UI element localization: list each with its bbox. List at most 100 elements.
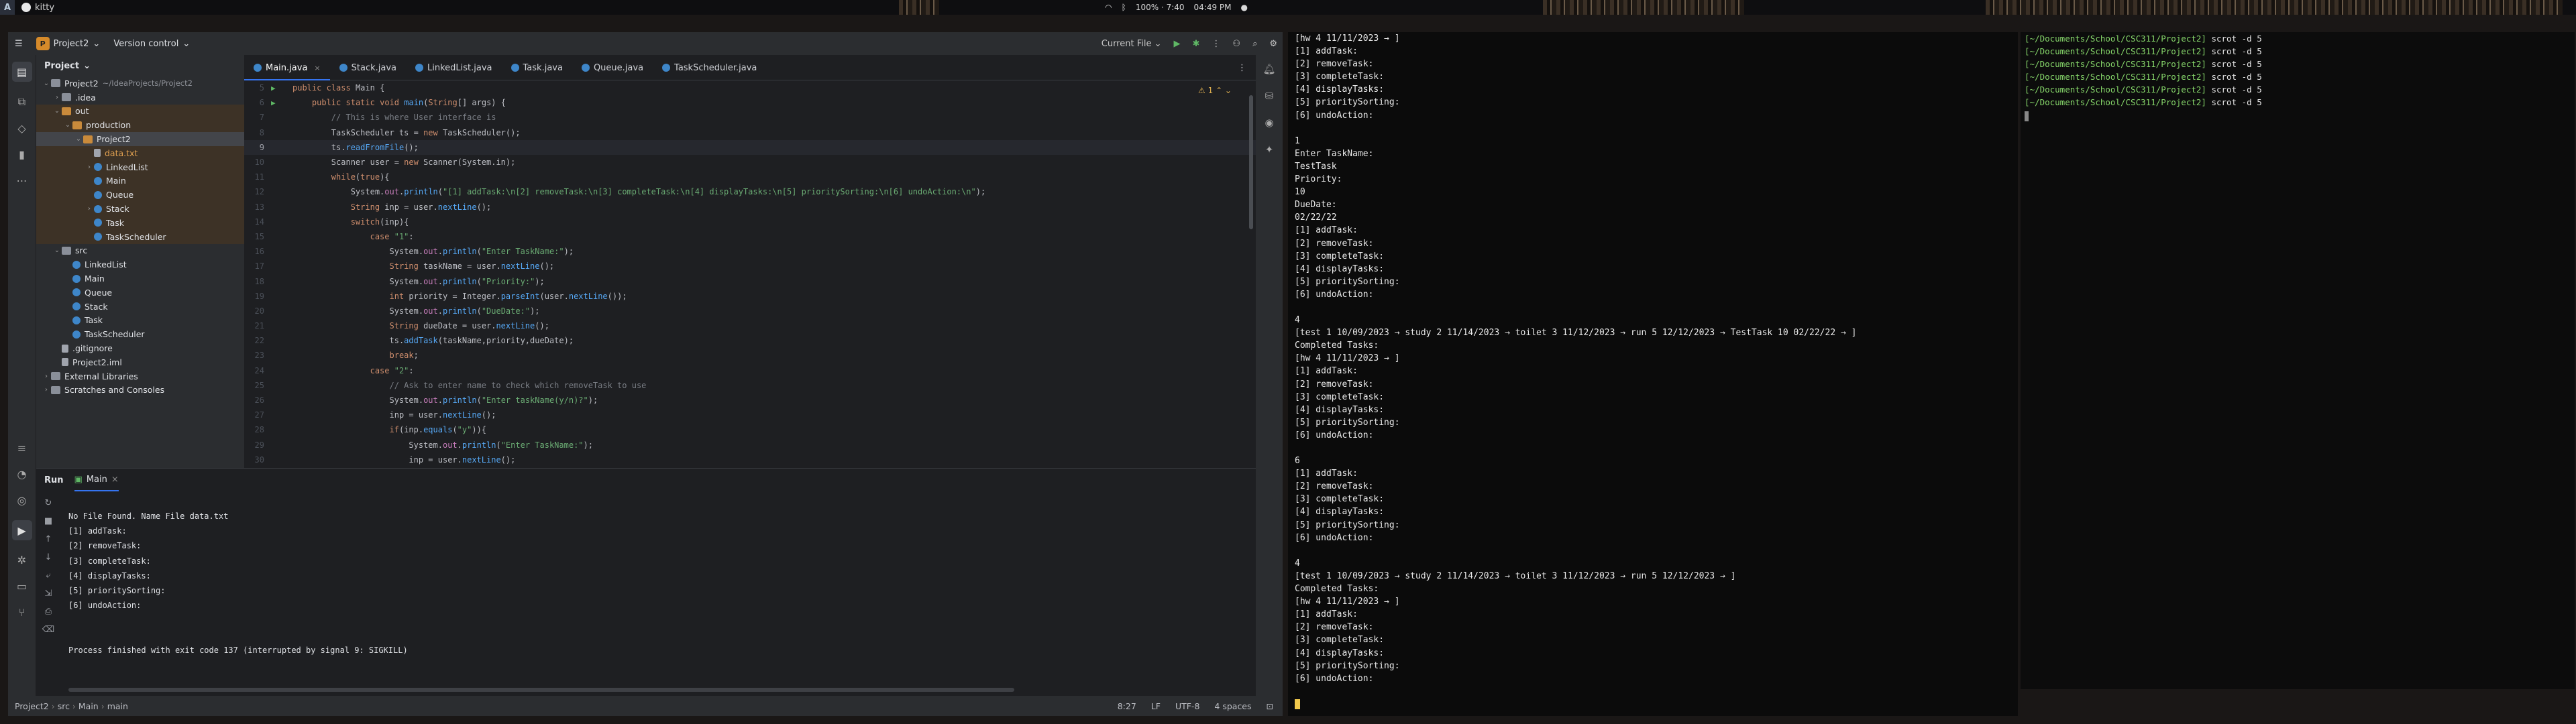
more-tools-icon[interactable]: ⋯ [17,174,28,187]
run-config-selector[interactable]: Current File ⌄ [1102,39,1162,49]
tree-item[interactable]: Stack [36,300,244,314]
tree-item[interactable]: Queue [36,286,244,300]
close-icon[interactable]: × [314,64,320,72]
editor-tab[interactable]: TaskScheduler.java [653,56,766,80]
terminal-scrot[interactable]: [~/Documents/School/CSC311/Project2] scr… [2021,32,2575,689]
breadcrumb-item[interactable]: Main [78,701,99,711]
tree-item[interactable]: Queue [36,188,244,202]
code-line[interactable]: 25 // Ask to enter name to check which r… [244,378,1256,393]
code-line[interactable]: 17 String taskName = user.nextLine(); [244,259,1256,274]
line-separator[interactable]: LF [1151,701,1161,711]
run-output[interactable]: No File Found. Name File data.txt [1] add… [68,511,408,660]
tree-item[interactable]: ⌄ production [36,118,244,133]
chevron-icon[interactable]: ⌄ [63,121,72,129]
services-tool-icon[interactable]: ◔ [17,468,27,481]
close-icon[interactable]: × [111,475,119,485]
battery-status[interactable]: 100% · 7:40 [1136,3,1185,12]
chevron-icon[interactable]: ⌄ [74,135,83,143]
code-line[interactable]: 7 // This is where User interface is [244,110,1256,125]
todo-tool-icon[interactable]: ≡ [17,442,26,455]
editor-tab[interactable]: LinkedList.java [406,56,502,80]
tree-item[interactable]: › .idea [36,90,244,105]
code-line[interactable]: 21 String dueDate = user.nextLine(); [244,318,1256,333]
chevron-icon[interactable]: › [42,386,51,394]
search-icon[interactable]: ⌕ [1252,39,1257,49]
chevron-icon[interactable]: › [52,94,62,101]
tree-item[interactable]: Project2.iml [36,355,244,369]
terminal-tool-icon[interactable]: ▭ [17,580,27,593]
breadcrumb-item[interactable]: Project2 [15,701,49,711]
bookmarks-tool-icon[interactable]: ▮ [19,148,25,161]
tree-item[interactable]: Main [36,272,244,286]
clock[interactable]: 04:49 PM [1194,3,1232,12]
rerun-icon[interactable]: ↻ [45,498,52,508]
code-line[interactable]: 23 break; [244,348,1256,363]
file-encoding[interactable]: UTF-8 [1175,701,1199,711]
code-line[interactable]: 9 ts.readFromFile(); [244,139,1256,155]
soft-wrap-icon[interactable]: ⤶ [46,570,50,581]
more-icon[interactable]: ⋮ [1212,39,1220,49]
code-line[interactable]: 13 String inp = user.nextLine(); [244,200,1256,215]
caret-position[interactable]: 8:27 [1118,701,1136,711]
gradle-icon[interactable]: ◉ [1265,117,1273,129]
editor-tab[interactable]: Stack.java [330,56,406,80]
code-line[interactable]: 30 inp = user.nextLine(); [244,452,1256,467]
code-line[interactable]: 28 if(inp.equals("y")){ [244,422,1256,437]
tree-item[interactable]: Main [36,174,244,188]
commit-tool-icon[interactable]: ◇ [17,122,25,135]
main-menu-button[interactable]: ☰ [8,32,30,55]
code-line[interactable]: 19 int priority = Integer.parseInt(user.… [244,289,1256,304]
code-line[interactable]: 11 while(true){ [244,170,1256,184]
run-hscrollbar[interactable] [68,688,1014,692]
chevron-icon[interactable]: ⌄ [52,247,62,254]
scroll-up-icon[interactable]: ↑ [45,534,52,544]
project-switcher[interactable]: P Project2 ⌄ [30,32,107,55]
breadcrumb-item[interactable]: main [107,701,128,711]
tabs-more-icon[interactable]: ⋮ [1228,56,1256,80]
stop-icon[interactable]: ■ [44,516,52,526]
run-icon[interactable]: ▶ [1174,39,1181,49]
tree-item[interactable]: LinkedList [36,257,244,272]
run-gutter-icon[interactable]: ▶ [271,84,292,93]
warning-indicator[interactable]: ⚠ 1 ⌃ ⌄ [1198,86,1232,95]
tree-item[interactable]: ⌄ Project2 [36,132,244,146]
debug-icon[interactable]: ✱ [1193,39,1200,49]
tree-item[interactable]: ⌄ src [36,244,244,258]
code-line[interactable]: 5 ▶ public class Main { [244,80,1256,95]
code-line[interactable]: 16 System.out.println("Enter TaskName:")… [244,244,1256,259]
code-line[interactable]: 12 System.out.println("[1] addTask:\n[2]… [244,184,1256,199]
code-line[interactable]: 10 Scanner user = new Scanner(System.in)… [244,155,1256,170]
code-line[interactable]: 8 TaskScheduler ts = new TaskScheduler()… [244,125,1256,140]
scroll-down-icon[interactable]: ↓ [45,552,52,562]
run-tool-icon[interactable]: ▶ [11,520,32,540]
code-line[interactable]: 15 case "1": [244,229,1256,244]
scroll-end-icon[interactable]: ⇲ [45,589,52,599]
code-line[interactable]: 24 case "2": [244,363,1256,378]
editor-scrollbar[interactable] [1249,95,1253,229]
tree-item[interactable]: › Scratches and Consoles [36,383,244,398]
clear-icon[interactable]: ⌫ [42,625,54,635]
project-panel-header[interactable]: Project ⌄ [36,55,244,76]
chevron-icon[interactable]: ⌄ [52,107,62,115]
code-line[interactable]: 29 System.out.println("Enter TaskName:")… [244,438,1256,452]
chevron-icon[interactable]: › [85,205,94,213]
tree-item[interactable]: .gitignore [36,341,244,355]
problems-tool-icon[interactable]: ◎ [17,494,27,507]
git-tool-icon[interactable]: ⑂ [19,606,25,619]
chevron-icon[interactable]: ⌄ [42,80,51,87]
run-tab-main[interactable]: ▣ Main × [74,469,119,491]
chevron-icon[interactable]: › [85,164,94,171]
code-line[interactable]: 22 ts.addTask(taskName,priority,dueDate)… [244,333,1256,348]
version-control-menu[interactable]: Version control ⌄ [107,32,197,55]
indent-setting[interactable]: 4 spaces [1214,701,1251,711]
ai-assistant-icon[interactable]: ✦ [1265,143,1274,156]
add-user-icon[interactable]: ⚇ [1232,39,1240,49]
breadcrumb-item[interactable]: src [58,701,70,711]
terminal-program-output[interactable]: [hw 4 11/11/2023 → ] [1] addTask: [2] remo… [1288,32,2018,716]
code-line[interactable]: 14 switch(inp){ [244,215,1256,229]
tree-item[interactable]: ⌄ Project2 ~/IdeaProjects/Project2 [36,76,244,90]
code-line[interactable]: 26 System.out.println("Enter taskName(y/… [244,393,1256,408]
code-line[interactable]: 20 System.out.println("DueDate:"); [244,304,1256,318]
power-icon[interactable]: ● [1241,3,1248,12]
debug-tool-icon[interactable]: ✲ [17,554,26,566]
